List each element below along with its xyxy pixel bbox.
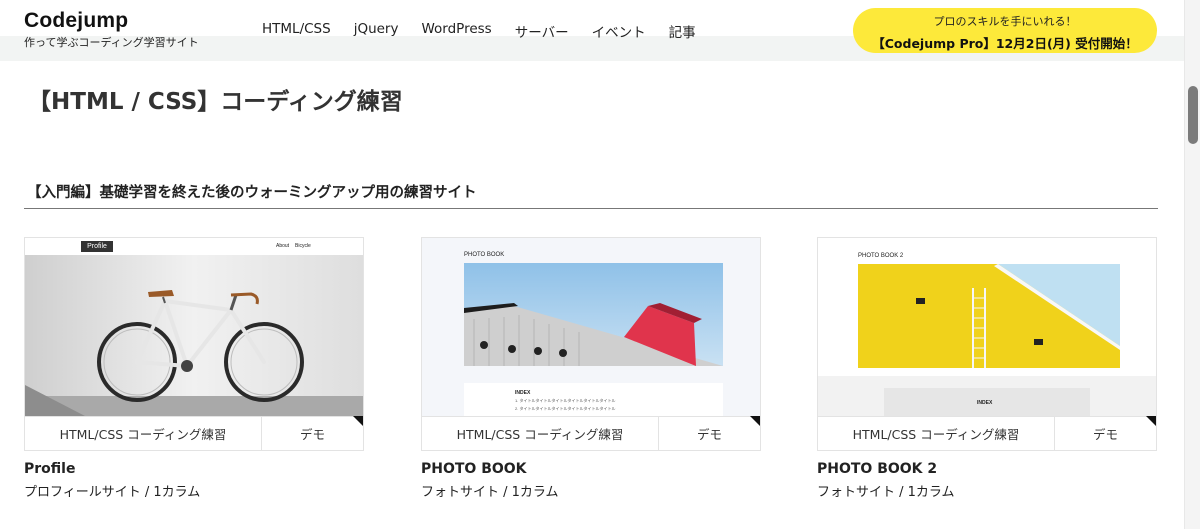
thumb-title: PHOTO BOOK 2 xyxy=(858,253,904,259)
promo-line2: 【Codejump Pro】12月2日(月) 受付開始！ xyxy=(872,36,1138,51)
card-button-row: HTML/CSS コーディング練習 デモ xyxy=(25,416,363,450)
scrollbar-thumb[interactable] xyxy=(1188,86,1198,144)
site-tagline: 作って学ぶコーディング学習サイト xyxy=(24,36,199,49)
thumb-list-item-1: 1. タイトルタイトルタイトルタイトルタイトルタイトル xyxy=(515,398,616,403)
thumb-nav-about: About xyxy=(276,243,290,249)
thumb-index-label: INDEX xyxy=(515,390,531,396)
thumb-title: PHOTO BOOK xyxy=(464,252,505,258)
thumb-list-item-2: 2. タイトルタイトルタイトルタイトルタイトルタイトル xyxy=(515,406,616,411)
thumb-nav-bicycle: Bicycle xyxy=(295,243,311,249)
practice-button[interactable]: HTML/CSS コーディング練習 xyxy=(422,417,659,450)
card-description: フォトサイト / 1カラム xyxy=(421,485,559,500)
nav-item-wordpress[interactable]: WordPress xyxy=(421,21,491,41)
site-logo[interactable]: Codejump xyxy=(24,9,128,33)
corner-arrow-icon xyxy=(1146,416,1156,426)
section-divider xyxy=(24,208,1158,209)
card-description: プロフィールサイト / 1カラム xyxy=(24,485,201,500)
vertical-scrollbar[interactable] xyxy=(1184,0,1200,529)
bicycle-photo xyxy=(25,255,363,416)
nav-item-server[interactable]: サーバー xyxy=(515,21,569,41)
corner-arrow-icon xyxy=(750,416,760,426)
thumb-index-label: INDEX xyxy=(977,400,993,406)
thumbnail-profile[interactable]: Profile About Bicycle xyxy=(25,238,363,416)
yellow-building-photo xyxy=(858,264,1120,368)
card-frame: Profile About Bicycle HTML/CSS コーディング練習 … xyxy=(24,237,364,451)
nav-item-html-css[interactable]: HTML/CSS xyxy=(262,21,331,41)
demo-button[interactable]: デモ xyxy=(659,417,760,450)
card-button-row: HTML/CSS コーディング練習 デモ xyxy=(422,416,760,450)
practice-button[interactable]: HTML/CSS コーディング練習 xyxy=(818,417,1055,450)
card-title[interactable]: PHOTO BOOK xyxy=(421,461,761,477)
section-title: 【入門編】基礎学習を終えた後のウォーミングアップ用の練習サイト xyxy=(27,185,477,201)
corner-arrow-icon xyxy=(353,416,363,426)
card-frame: PHOTO BOOK INDEX 1. タイトルタイトルタイトルタイトルタイトル… xyxy=(421,237,761,451)
card-photo-book-2: PHOTO BOOK 2 INDEX HTML/CSS コーディング練習 デモ … xyxy=(817,237,1157,500)
demo-button[interactable]: デモ xyxy=(1055,417,1156,450)
practice-button[interactable]: HTML/CSS コーディング練習 xyxy=(25,417,262,450)
card-title[interactable]: PHOTO BOOK 2 xyxy=(817,461,1157,477)
nav-item-jquery[interactable]: jQuery xyxy=(354,21,399,41)
thumbnail-photo-book[interactable]: PHOTO BOOK INDEX 1. タイトルタイトルタイトルタイトルタイトル… xyxy=(422,238,760,416)
card-frame: PHOTO BOOK 2 INDEX HTML/CSS コーディング練習 デモ xyxy=(817,237,1157,451)
page-title: 【HTML / CSS】コーディング練習 xyxy=(28,89,403,115)
card-title[interactable]: Profile xyxy=(24,461,364,477)
card-photo-book: PHOTO BOOK INDEX 1. タイトルタイトルタイトルタイトルタイトル… xyxy=(421,237,761,500)
thumb-brand: Profile xyxy=(81,241,113,252)
building-photo xyxy=(464,263,723,366)
nav-item-articles[interactable]: 記事 xyxy=(669,21,696,41)
card-button-row: HTML/CSS コーディング練習 デモ xyxy=(818,416,1156,450)
thumbnail-photo-book-2[interactable]: PHOTO BOOK 2 INDEX xyxy=(818,238,1156,416)
nav-item-event[interactable]: イベント xyxy=(592,21,646,41)
main-nav: HTML/CSS jQuery WordPress サーバー イベント 記事 xyxy=(262,21,719,41)
promo-banner-button[interactable]: プロのスキルを手にいれる！ 【Codejump Pro】12月2日(月) 受付開… xyxy=(853,8,1157,53)
site-header: Codejump 作って学ぶコーディング学習サイト HTML/CSS jQuer… xyxy=(0,0,1184,61)
demo-button[interactable]: デモ xyxy=(262,417,363,450)
card-description: フォトサイト / 1カラム xyxy=(817,485,955,500)
card-profile: Profile About Bicycle HTML/CSS コーディング練習 … xyxy=(24,237,364,500)
promo-line1: プロのスキルを手にいれる！ xyxy=(933,15,1077,28)
